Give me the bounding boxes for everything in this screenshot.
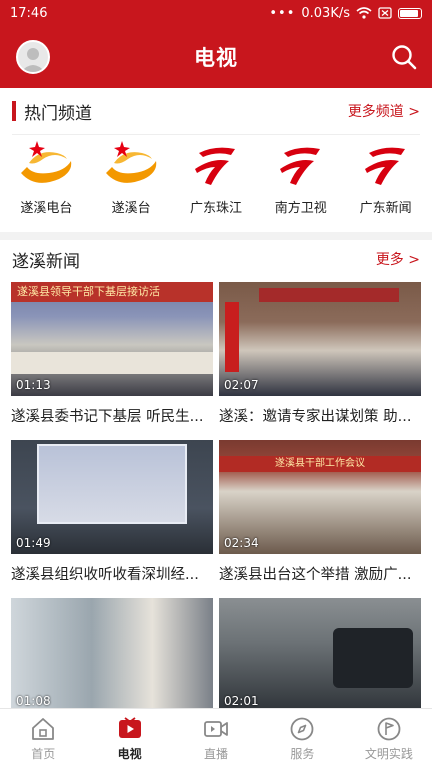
channel-item[interactable]: 南方卫视 [261,139,341,216]
news-title: 遂溪：邀请专家出谋划策 助... [219,409,412,425]
tab-live[interactable]: 直播 [173,709,259,768]
news-card[interactable]: 遂溪县领导干部下基层接访活 01:13 遂溪县委书记下基层 听民生... [11,282,213,440]
tv-play-icon [118,716,141,738]
status-bar: 17:46 ••• 0.03K/s [0,0,432,26]
video-duration: 01:13 [16,378,51,392]
section-accent-bar [12,101,16,121]
news-header: 遂溪新闻 更多 > [0,240,432,278]
news-title: 遂溪县组织收听收看深圳经... [11,567,199,583]
tab-civilization-practice[interactable]: 文明实践 [346,709,432,768]
tab-label: 文明实践 [364,746,413,761]
news-title: 遂溪县出台这个举措 激励广... [219,567,412,583]
news-card[interactable]: 遂溪县干部工作会议 02:34 遂溪县出台这个举措 激励广... [219,440,421,598]
banner [259,288,399,302]
guangdong-tv-logo-icon [194,147,235,185]
news-card[interactable]: 01:08 [11,598,213,708]
news-card[interactable]: 01:49 遂溪县组织收听收看深圳经... [11,440,213,598]
news-title: 遂溪县委书记下基层 听民生... [11,409,204,425]
channel-name: 广东珠江 [189,201,242,216]
app-bar: 电视 [0,26,432,88]
news-card[interactable]: 02:01 [219,598,421,708]
projector-screen [37,444,187,524]
network-speed: 0.03K/s [301,5,350,21]
tab-home[interactable]: 首页 [0,709,86,768]
flag [225,302,239,372]
section-title: 遂溪新闻 [12,251,80,272]
channel-item[interactable]: 广东珠江 [176,139,256,216]
guangdong-tv-logo-icon [279,147,320,185]
home-icon [32,717,55,740]
video-thumbnail: 遂溪县领导干部下基层接访活 01:13 [11,282,213,396]
video-thumbnail: 02:01 [219,598,421,708]
channel-name: 遂溪台 [111,201,151,216]
page-title: 电视 [194,46,238,70]
flag-icon [377,717,401,740]
guangdong-tv-logo-icon [364,147,405,185]
hot-channels-section: 热门频道 更多频道 > 遂溪电台 遂溪台 广东珠江 南方卫视 广东新闻 [0,88,432,232]
no-sim-icon [378,7,392,19]
channel-list: 遂溪电台 遂溪台 广东珠江 南方卫视 广东新闻 [0,139,432,216]
more-dots-icon: ••• [269,5,296,21]
tab-label: 服务 [290,746,315,761]
live-camera-icon [204,720,228,737]
avatar[interactable] [16,40,50,74]
search-icon[interactable] [390,43,418,71]
channel-name: 广东新闻 [359,201,412,216]
news-section: 遂溪新闻 更多 > 遂溪县领导干部下基层接访活 01:13 遂溪县委书记下基层 … [0,240,432,708]
channel-item[interactable]: 广东新闻 [346,139,426,216]
hot-channels-header: 热门频道 更多频道 > [0,88,432,134]
meeting-table [11,352,213,374]
video-duration: 02:34 [224,536,259,550]
tab-label: 电视 [117,746,142,761]
armored-vehicle [333,628,413,688]
banner: 遂溪县领导干部下基层接访活 [11,282,213,302]
tab-tv[interactable]: 电视 [86,709,172,768]
tab-label: 直播 [204,746,229,761]
tab-label: 首页 [31,746,56,761]
suixi-logo-icon [106,141,157,183]
video-thumbnail: 01:08 [11,598,213,708]
battery-icon [398,7,422,19]
channel-item[interactable]: 遂溪台 [91,139,171,216]
tab-service[interactable]: 服务 [259,709,345,768]
video-thumbnail: 遂溪县干部工作会议 02:34 [219,440,421,554]
channel-item[interactable]: 遂溪电台 [6,139,86,216]
bottom-tab-bar: 首页 电视 直播 服务 文明实践 [0,708,432,768]
video-duration: 01:08 [16,694,51,708]
compass-icon [291,717,314,740]
video-duration: 01:49 [16,536,51,550]
banner: 遂溪县干部工作会议 [219,456,421,472]
suixi-logo-icon [21,141,72,183]
more-channels-link[interactable]: 更多频道 > [348,101,420,121]
more-news-link[interactable]: 更多 > [376,249,420,269]
news-card[interactable]: 02:07 遂溪：邀请专家出谋划策 助... [219,282,421,440]
video-duration: 02:07 [224,378,259,392]
video-duration: 02:01 [224,694,259,708]
channel-name: 南方卫视 [274,201,327,216]
video-thumbnail: 01:49 [11,440,213,554]
status-time: 17:46 [10,5,48,21]
channel-name: 遂溪电台 [20,201,73,216]
wifi-icon [356,7,372,19]
news-grid: 遂溪县领导干部下基层接访活 01:13 遂溪县委书记下基层 听民生... 02:… [0,278,432,708]
divider [12,134,420,135]
video-thumbnail: 02:07 [219,282,421,396]
section-title: 热门频道 [24,103,92,124]
